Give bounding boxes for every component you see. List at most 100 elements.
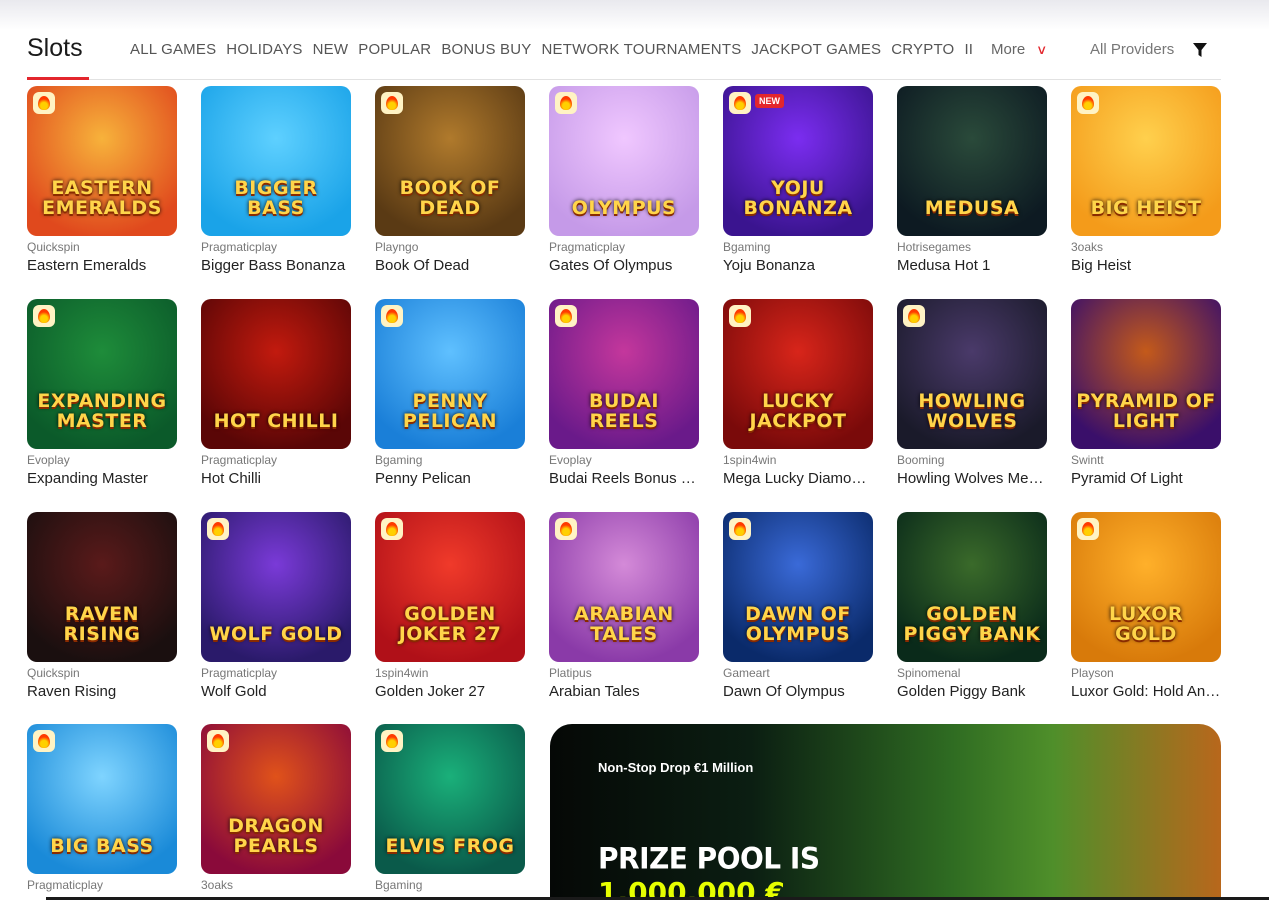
game-thumbnail[interactable]: BIG HEIST	[1071, 86, 1221, 236]
game-provider: Pragmaticplay	[201, 666, 278, 680]
game-name[interactable]: Bigger Bass Bonanza	[201, 257, 351, 274]
game-provider: Spinomenal	[897, 666, 961, 680]
game-thumbnail[interactable]: EXPANDING MASTER	[27, 299, 177, 449]
game-thumbnail[interactable]: RAVEN RISING	[27, 512, 177, 662]
game-logo-text: DRAGON PEARLS	[228, 815, 324, 857]
hot-fire-icon	[1077, 518, 1099, 540]
category-nav: ALL GAMES HOLIDAYS NEW POPULAR BONUS BUY NETW…	[130, 41, 983, 58]
game-provider: Hotrisegames	[897, 240, 972, 254]
game-thumbnail[interactable]: PENNY PELICAN	[375, 299, 525, 449]
game-provider: Pragmaticplay	[201, 453, 278, 467]
title-underline	[27, 77, 89, 80]
game-logo-text: EXPANDING MASTER	[37, 390, 167, 432]
game-name[interactable]: Penny Pelican	[375, 470, 525, 487]
hot-fire-icon	[33, 92, 55, 114]
game-thumbnail[interactable]: DAWN OF OLYMPUS	[723, 512, 873, 662]
nav-item[interactable]: ALL GAMES	[130, 41, 216, 58]
game-name[interactable]: Golden Joker 27	[375, 683, 525, 700]
hot-fire-icon	[555, 305, 577, 327]
game-provider: Evoplay	[27, 453, 70, 467]
game-logo-text: HOT CHILLI	[213, 410, 339, 432]
promo-banner[interactable]: Non-Stop Drop €1 Million PRIZE POOL IS 1…	[550, 724, 1221, 900]
game-name[interactable]: Raven Rising	[27, 683, 177, 700]
game-thumbnail[interactable]: YOJU BONANZA NEW	[723, 86, 873, 236]
game-provider: Gameart	[723, 666, 770, 680]
nav-item[interactable]: II	[964, 41, 973, 58]
nav-item[interactable]: NEW	[313, 41, 349, 58]
nav-item[interactable]: CRYPTO	[891, 41, 954, 58]
promo-subtitle: Non-Stop Drop €1 Million	[598, 760, 754, 775]
game-name[interactable]: Eastern Emeralds	[27, 257, 177, 274]
nav-item[interactable]: HOLIDAYS	[226, 41, 302, 58]
game-logo-text: BUDAI REELS	[589, 390, 659, 432]
game-name[interactable]: Medusa Hot 1	[897, 257, 1047, 274]
game-provider: Pragmaticplay	[201, 240, 278, 254]
game-logo-text: OLYMPUS	[571, 197, 677, 219]
game-name[interactable]: Mega Lucky Diamonds	[723, 470, 873, 487]
game-name[interactable]: Expanding Master	[27, 470, 177, 487]
nav-item[interactable]: BONUS BUY	[441, 41, 531, 58]
game-name[interactable]: Golden Piggy Bank	[897, 683, 1047, 700]
slots-header: Slots ALL GAMES HOLIDAYS NEW POPULAR BONUS B…	[27, 30, 1221, 80]
hot-fire-icon	[555, 518, 577, 540]
top-gradient	[0, 0, 1269, 30]
game-thumbnail[interactable]: ELVIS FROG	[375, 724, 525, 874]
game-logo-text: PYRAMID OF LIGHT	[1076, 390, 1216, 432]
nav-item[interactable]: NETWORK TOURNAMENTS	[541, 41, 741, 58]
game-thumbnail[interactable]: BOOK OF DEAD	[375, 86, 525, 236]
providers-dropdown[interactable]: All Providers	[1090, 41, 1174, 58]
game-thumbnail[interactable]: PYRAMID OF LIGHT	[1071, 299, 1221, 449]
game-thumbnail[interactable]: DRAGON PEARLS	[201, 724, 351, 874]
game-name[interactable]: Gates Of Olympus	[549, 257, 699, 274]
nav-item[interactable]: JACKPOT GAMES	[751, 41, 881, 58]
game-provider: 3oaks	[1071, 240, 1104, 254]
game-provider: Bgaming	[375, 453, 423, 467]
hot-fire-icon	[729, 305, 751, 327]
more-button[interactable]: More	[991, 41, 1025, 58]
game-name[interactable]: Wolf Gold	[201, 683, 351, 700]
game-provider: Pragmaticplay	[27, 878, 104, 892]
nav-item[interactable]: POPULAR	[358, 41, 431, 58]
game-name[interactable]: Hot Chilli	[201, 470, 351, 487]
hot-fire-icon	[381, 730, 403, 752]
game-thumbnail[interactable]: WOLF GOLD	[201, 512, 351, 662]
game-provider: Playngo	[375, 240, 419, 254]
game-name[interactable]: Luxor Gold: Hold And Win	[1071, 683, 1221, 700]
game-name[interactable]: Arabian Tales	[549, 683, 699, 700]
filter-icon[interactable]	[1193, 43, 1207, 57]
game-thumbnail[interactable]: LUXOR GOLD	[1071, 512, 1221, 662]
game-provider: Playson	[1071, 666, 1114, 680]
game-name[interactable]: Pyramid Of Light	[1071, 470, 1221, 487]
game-thumbnail[interactable]: HOT CHILLI	[201, 299, 351, 449]
hot-fire-icon	[1077, 92, 1099, 114]
game-thumbnail[interactable]: EASTERN EMERALDS	[27, 86, 177, 236]
game-thumbnail[interactable]: BUDAI REELS	[549, 299, 699, 449]
game-name[interactable]: Yoju Bonanza	[723, 257, 873, 274]
game-name[interactable]: Budai Reels Bonus Buy	[549, 470, 699, 487]
game-thumbnail[interactable]: GOLDEN JOKER 27	[375, 512, 525, 662]
game-thumbnail[interactable]: BIGGER BASS	[201, 86, 351, 236]
hot-fire-icon	[207, 730, 229, 752]
game-name[interactable]: Dawn Of Olympus	[723, 683, 873, 700]
game-thumbnail[interactable]: ARABIAN TALES	[549, 512, 699, 662]
game-logo-text: BOOK OF DEAD	[399, 177, 501, 219]
game-thumbnail[interactable]: LUCKY JACKPOT	[723, 299, 873, 449]
game-thumbnail[interactable]: BIG BASS	[27, 724, 177, 874]
chevron-down-icon[interactable]: ∨	[1036, 42, 1047, 58]
game-logo-text: HOWLING WOLVES	[918, 390, 1026, 432]
game-thumbnail[interactable]: GOLDEN PIGGY BANK	[897, 512, 1047, 662]
game-provider: Pragmaticplay	[549, 240, 626, 254]
game-provider: Bgaming	[723, 240, 771, 254]
game-name[interactable]: Howling Wolves Megaways	[897, 470, 1047, 487]
game-thumbnail[interactable]: MEDUSA	[897, 86, 1047, 236]
game-thumbnail[interactable]: OLYMPUS	[549, 86, 699, 236]
game-thumbnail[interactable]: HOWLING WOLVES	[897, 299, 1047, 449]
game-logo-text: GOLDEN PIGGY BANK	[903, 603, 1041, 645]
game-name[interactable]: Big Heist	[1071, 257, 1221, 274]
game-logo-text: ARABIAN TALES	[574, 603, 674, 645]
game-logo-text: LUCKY JACKPOT	[749, 390, 847, 432]
game-logo-text: BIG HEIST	[1090, 197, 1202, 219]
hot-fire-icon	[207, 518, 229, 540]
game-name[interactable]: Book Of Dead	[375, 257, 525, 274]
game-logo-text: GOLDEN JOKER 27	[398, 603, 502, 645]
